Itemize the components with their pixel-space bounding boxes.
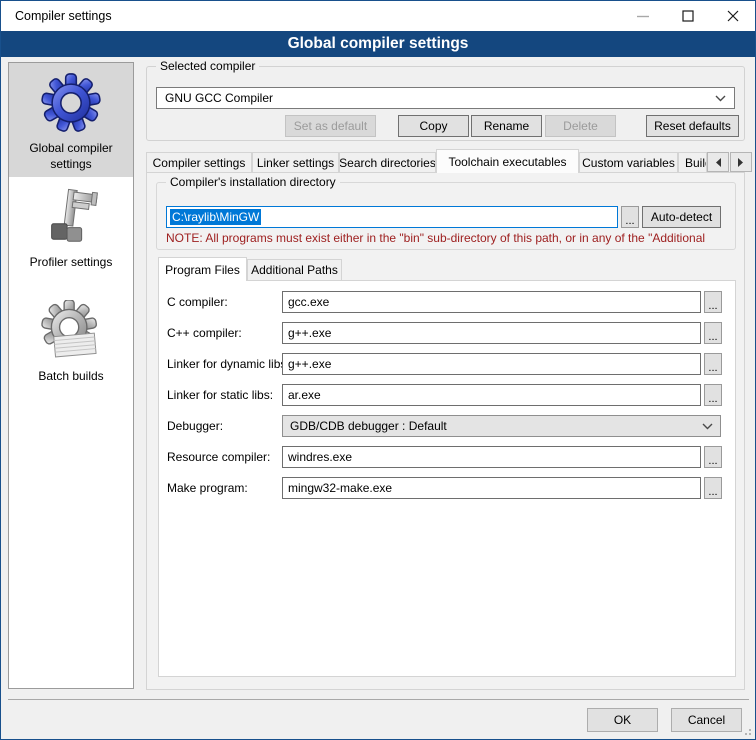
copy-button[interactable]: Copy — [398, 115, 469, 137]
tab-linker-settings[interactable]: Linker settings — [252, 152, 339, 173]
linker-dynamic-input[interactable] — [282, 353, 701, 375]
installation-directory-legend: Compiler's installation directory — [166, 175, 340, 189]
arrow-right-icon — [738, 158, 744, 167]
settings-category-list: Global compiler settings Profiler settin… — [8, 62, 134, 689]
tab-scroll-left-button[interactable] — [707, 152, 729, 172]
resource-compiler-browse-button[interactable]: ... — [704, 446, 722, 468]
caliper-icon — [40, 186, 102, 248]
compiler-combobox[interactable]: GNU GCC Compiler — [156, 87, 735, 109]
cpp-compiler-browse-button[interactable]: ... — [704, 322, 722, 344]
close-icon — [727, 10, 739, 22]
field-row-cpp-compiler: C++ compiler: ... — [1, 322, 755, 344]
arrow-left-icon — [715, 158, 721, 167]
chevron-down-icon — [702, 423, 713, 430]
banner-title: Global compiler settings — [288, 35, 469, 53]
auto-detect-button[interactable]: Auto-detect — [642, 206, 721, 228]
field-row-make-program: Make program: ... — [1, 477, 755, 499]
field-row-debugger: Debugger: GDB/CDB debugger : Default — [1, 415, 755, 437]
minimize-icon — [637, 15, 649, 18]
make-program-browse-button[interactable]: ... — [704, 477, 722, 499]
installation-directory-browse-button[interactable]: ... — [621, 206, 639, 228]
cpp-compiler-input[interactable] — [282, 322, 701, 344]
c-compiler-label: C compiler: — [167, 291, 295, 313]
note-text: NOTE: All programs must exist either in … — [166, 231, 738, 245]
linker-static-input[interactable] — [282, 384, 701, 406]
linker-dynamic-label: Linker for dynamic libs: — [167, 353, 295, 375]
field-row-resource-compiler: Resource compiler: ... — [1, 446, 755, 468]
sidebar-item-label: Global compiler settings — [9, 141, 133, 172]
subtab-additional-paths[interactable]: Additional Paths — [247, 259, 342, 281]
field-row-linker-dynamic: Linker for dynamic libs: ... — [1, 353, 755, 375]
tab-compiler-settings[interactable]: Compiler settings — [146, 152, 252, 173]
rename-button[interactable]: Rename — [471, 115, 542, 137]
linker-static-label: Linker for static libs: — [167, 384, 295, 406]
field-row-c-compiler: C compiler: ... — [1, 291, 755, 313]
c-compiler-input[interactable] — [282, 291, 701, 313]
subtab-program-files[interactable]: Program Files — [158, 257, 247, 281]
installation-directory-value: C:\raylib\MinGW — [170, 209, 261, 225]
installation-directory-input[interactable]: C:\raylib\MinGW — [166, 206, 618, 228]
compiler-combobox-value: GNU GCC Compiler — [165, 91, 273, 105]
tab-custom-variables[interactable]: Custom variables — [579, 152, 678, 173]
make-program-input[interactable] — [282, 477, 701, 499]
close-button[interactable] — [710, 1, 755, 31]
debugger-label: Debugger: — [167, 415, 295, 437]
caption-buttons — [620, 1, 755, 31]
delete-button[interactable]: Delete — [545, 115, 616, 137]
maximize-icon — [682, 10, 694, 22]
sidebar-item-profiler-settings[interactable]: Profiler settings — [9, 177, 133, 291]
banner: Global compiler settings — [1, 31, 755, 57]
debugger-select-value: GDB/CDB debugger : Default — [290, 419, 447, 433]
sidebar-item-label: Profiler settings — [24, 255, 119, 271]
debugger-select[interactable]: GDB/CDB debugger : Default — [282, 415, 721, 437]
compiler-settings-dialog: Compiler settings Global compiler settin… — [0, 0, 756, 740]
tab-search-directories[interactable]: Search directories — [339, 152, 436, 173]
window-title: Compiler settings — [15, 9, 112, 23]
linker-static-browse-button[interactable]: ... — [704, 384, 722, 406]
c-compiler-browse-button[interactable]: ... — [704, 291, 722, 313]
set-as-default-button[interactable]: Set as default — [285, 115, 376, 137]
maximize-button[interactable] — [665, 1, 710, 31]
footer-divider — [8, 699, 749, 700]
sidebar-item-global-compiler-settings[interactable]: Global compiler settings — [9, 63, 133, 177]
tab-toolchain-executables[interactable]: Toolchain executables — [436, 149, 579, 173]
tab-scroll-right-button[interactable] — [730, 152, 752, 172]
make-program-label: Make program: — [167, 477, 295, 499]
field-row-linker-static: Linker for static libs: ... — [1, 384, 755, 406]
minimize-button[interactable] — [620, 1, 665, 31]
blue-gear-icon — [40, 72, 102, 134]
resource-compiler-input[interactable] — [282, 446, 701, 468]
resize-grip[interactable] — [742, 726, 752, 736]
resource-compiler-label: Resource compiler: — [167, 446, 295, 468]
chevron-down-icon — [715, 95, 726, 102]
reset-defaults-button[interactable]: Reset defaults — [646, 115, 739, 137]
linker-dynamic-browse-button[interactable]: ... — [704, 353, 722, 375]
selected-compiler-legend: Selected compiler — [156, 59, 259, 73]
cpp-compiler-label: C++ compiler: — [167, 322, 295, 344]
tab-build-options-clipped[interactable]: Build — [678, 152, 707, 173]
ok-button[interactable]: OK — [587, 708, 658, 732]
cancel-button[interactable]: Cancel — [671, 708, 742, 732]
